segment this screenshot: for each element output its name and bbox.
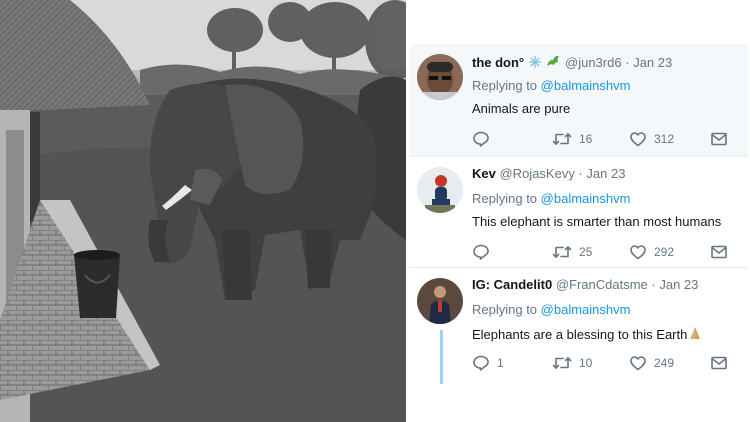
tweet-text: Animals are pure xyxy=(472,101,571,116)
replying-to: Replying to @balmainshvm xyxy=(472,191,630,206)
avatar[interactable] xyxy=(417,167,463,213)
like-count: 249 xyxy=(654,356,675,370)
user-handle[interactable]: @RojasKevy xyxy=(499,166,574,181)
elephant-photo xyxy=(0,0,406,422)
tweet-reply-1[interactable]: the don° @jun3rd6 · Jan 23 Replying to @… xyxy=(410,44,748,157)
display-name[interactable]: Kev xyxy=(472,166,496,181)
thread-line xyxy=(440,330,443,384)
retweet-icon xyxy=(552,133,572,145)
replying-to-label: Replying to xyxy=(472,191,538,206)
reply-button[interactable]: 1 xyxy=(472,354,504,372)
separator-dot: · xyxy=(651,277,656,292)
like-count: 292 xyxy=(654,245,675,259)
user-handle[interactable]: @jun3rd6 xyxy=(565,55,622,70)
user-avatar-icon xyxy=(417,54,463,100)
like-button[interactable]: 312 xyxy=(629,130,674,148)
dragon-emoji xyxy=(545,53,561,72)
retweet-button[interactable]: 10 xyxy=(552,354,592,372)
heart-icon xyxy=(630,356,646,371)
folded-hands-emoji xyxy=(687,325,703,344)
tweet-replies-panel: the don° @jun3rd6 · Jan 23 Replying to @… xyxy=(406,0,750,422)
mention-link[interactable]: @balmainshvm xyxy=(541,78,631,93)
tweet-actions: 1 10 249 xyxy=(472,354,732,372)
user-handle[interactable]: @FranCdatsme xyxy=(556,277,648,292)
display-name[interactable]: the don° xyxy=(472,55,524,70)
replying-to: Replying to @balmainshvm xyxy=(472,302,630,317)
tweet-header: the don° @jun3rd6 · Jan 23 xyxy=(472,53,672,72)
reply-icon xyxy=(473,244,489,260)
direct-message-button[interactable] xyxy=(710,130,728,148)
tweet-text: This elephant is smarter than most human… xyxy=(472,214,722,229)
like-button[interactable]: 292 xyxy=(629,243,674,261)
envelope-icon xyxy=(711,132,727,146)
elephant-scene xyxy=(0,0,406,422)
tweet-actions: 25 292 xyxy=(472,243,732,261)
retweet-icon xyxy=(552,357,572,369)
tweet-reply-2[interactable]: Kev @RojasKevy · Jan 23 Replying to @bal… xyxy=(410,157,748,268)
envelope-icon xyxy=(711,245,727,259)
like-count: 312 xyxy=(654,132,675,146)
reply-count: 1 xyxy=(497,356,504,370)
direct-message-button[interactable] xyxy=(710,243,728,261)
tweet-date[interactable]: Jan 23 xyxy=(586,166,625,181)
retweet-button[interactable]: 16 xyxy=(552,130,592,148)
snowflake-emoji xyxy=(528,55,542,72)
tweet-reply-3[interactable]: IG: Candelit0 @FranCdatsme · Jan 23 Repl… xyxy=(410,268,748,384)
heart-icon xyxy=(630,245,646,260)
replying-to-label: Replying to xyxy=(472,302,538,317)
replying-to-label: Replying to xyxy=(472,78,538,93)
tweet-date[interactable]: Jan 23 xyxy=(633,55,672,70)
display-name[interactable]: IG: Candelit0 xyxy=(472,277,552,292)
user-avatar-icon xyxy=(417,167,463,213)
retweet-count: 10 xyxy=(579,356,593,370)
retweet-count: 25 xyxy=(579,245,593,259)
replying-to: Replying to @balmainshvm xyxy=(472,78,630,93)
tweet-date[interactable]: Jan 23 xyxy=(659,277,698,292)
tweet-actions: 16 312 xyxy=(472,130,732,148)
mention-link[interactable]: @balmainshvm xyxy=(541,191,631,206)
like-button[interactable]: 249 xyxy=(629,354,674,372)
direct-message-button[interactable] xyxy=(710,354,728,372)
retweet-button[interactable]: 25 xyxy=(552,243,592,261)
avatar[interactable] xyxy=(417,278,463,324)
tweet-text-container: Elephants are a blessing to this Earth xyxy=(472,325,703,344)
user-avatar-icon xyxy=(417,278,463,324)
tweet-header: IG: Candelit0 @FranCdatsme · Jan 23 xyxy=(472,277,698,292)
separator-dot: · xyxy=(625,55,630,70)
envelope-icon xyxy=(711,356,727,370)
reply-icon xyxy=(473,355,489,371)
tweet-header: Kev @RojasKevy · Jan 23 xyxy=(472,166,625,181)
tweet-text: Elephants are a blessing to this Earth xyxy=(472,327,688,342)
retweet-icon xyxy=(552,246,572,258)
heart-icon xyxy=(630,132,646,147)
separator-dot: · xyxy=(578,166,583,181)
retweet-count: 16 xyxy=(579,132,593,146)
avatar[interactable] xyxy=(417,54,463,100)
reply-icon xyxy=(473,131,489,147)
mention-link[interactable]: @balmainshvm xyxy=(541,302,631,317)
reply-button[interactable] xyxy=(472,130,497,148)
reply-button[interactable] xyxy=(472,243,497,261)
